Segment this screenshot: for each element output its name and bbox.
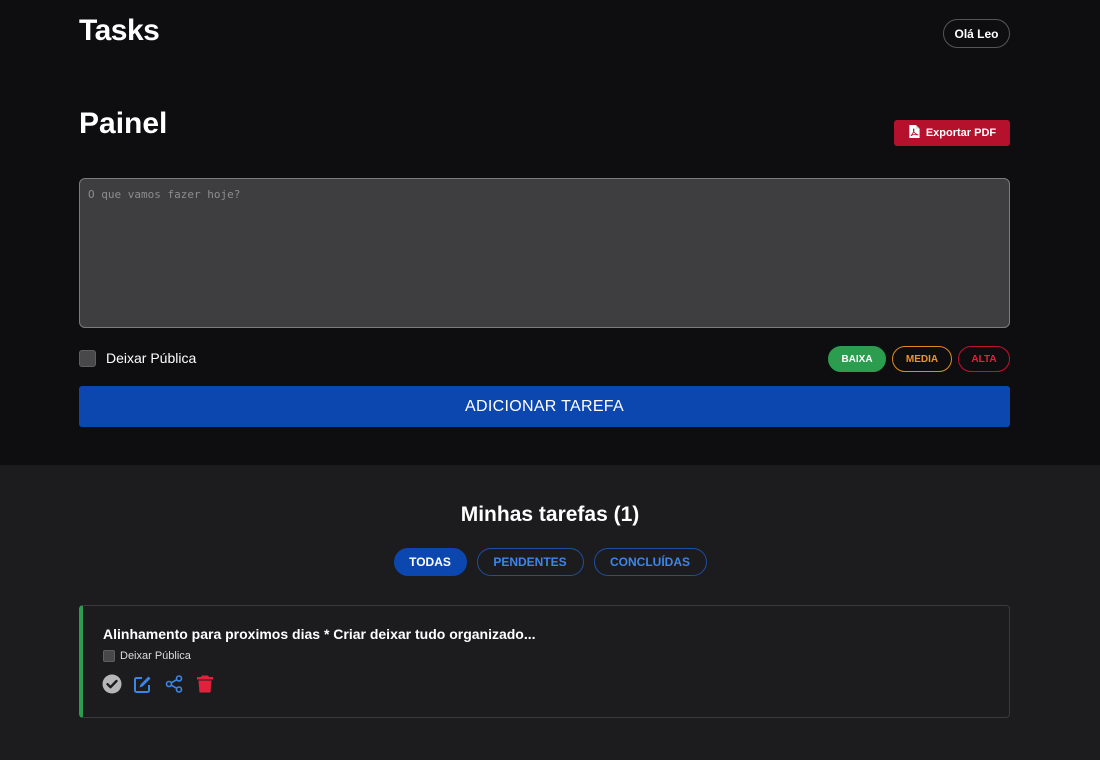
priority-selector: BAIXA MEDIA ALTA — [828, 346, 1010, 372]
trash-icon[interactable] — [195, 674, 215, 694]
task-public-checkbox[interactable] — [103, 650, 115, 662]
add-task-button[interactable]: ADICIONAR TAREFA — [79, 386, 1010, 427]
filter-pending-tab[interactable]: PENDENTES — [476, 548, 584, 576]
public-label: Deixar Pública — [106, 350, 197, 366]
task-input[interactable] — [79, 178, 1010, 328]
task-actions — [102, 674, 215, 694]
export-pdf-button[interactable]: Exportar PDF — [894, 120, 1010, 146]
filter-all-tab[interactable]: TODAS — [393, 548, 467, 576]
task-card: Alinhamento para proximos dias * Criar d… — [79, 605, 1010, 718]
task-filters: TODAS PENDENTES CONCLUÍDAS — [0, 548, 1100, 576]
file-pdf-icon — [908, 125, 920, 141]
my-tasks-title: Minhas tarefas (1) — [460, 503, 640, 526]
priority-medium-button[interactable]: MEDIA — [892, 346, 952, 372]
priority-low-button[interactable]: BAIXA — [828, 346, 886, 372]
priority-high-button[interactable]: ALTA — [958, 346, 1010, 372]
edit-icon[interactable] — [133, 674, 153, 694]
task-text: Alinhamento para proximos dias * Criar d… — [103, 626, 536, 642]
task-public-toggle[interactable]: Deixar Pública — [103, 650, 191, 662]
export-pdf-label: Exportar PDF — [925, 127, 997, 139]
user-menu-button[interactable]: Olá Leo — [943, 19, 1010, 48]
public-toggle[interactable]: Deixar Pública — [79, 349, 196, 367]
app-title: Tasks — [79, 14, 160, 47]
task-public-label: Deixar Pública — [120, 650, 191, 662]
filter-done-tab[interactable]: CONCLUÍDAS — [593, 548, 707, 576]
check-circle-icon[interactable] — [102, 674, 122, 694]
public-checkbox[interactable] — [79, 349, 96, 367]
share-icon[interactable] — [164, 674, 184, 694]
header: Tasks Olá Leo — [79, 0, 1010, 66]
page-title: Painel — [79, 107, 168, 140]
